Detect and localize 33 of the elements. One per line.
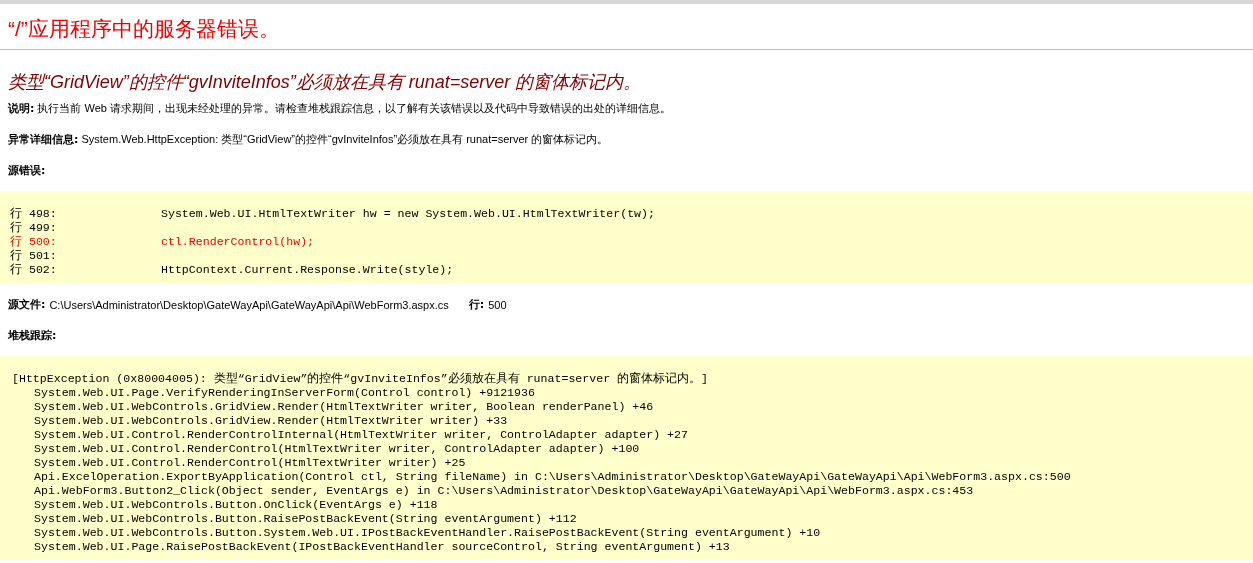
stack-frame: System.Web.UI.Page.RaisePostBackEvent(IPostBackEventHandler sourceControl, String eventArgument) +13 xyxy=(34,540,730,553)
stack-frame: Api.WebForm3.Button2_Click(Object sender, EventArgs e) in C:\Users\Administrator\Desktop\GateWayApi\GateWayApi\Api\WebForm3.aspx.cs:453 xyxy=(34,484,974,497)
page-title: “/”应用程序中的服务器错误。 xyxy=(7,16,281,42)
stack-trace-label: 堆栈跟踪: xyxy=(8,329,57,342)
stack-frame: System.Web.UI.WebControls.Button.RaisePostBackEvent(String eventArgument) +112 xyxy=(34,512,577,525)
code-line: System.Web.UI.HtmlTextWriter hw = new System.Web.UI.HtmlTextWriter(tw); xyxy=(161,207,655,221)
line-number: 行 498: xyxy=(10,207,58,221)
line-number: 行 502: xyxy=(10,263,58,277)
stack-frame: System.Web.UI.WebControls.GridView.Render(HtmlTextWriter writer, Boolean renderPanel) +46 xyxy=(34,400,654,413)
stack-frame: Api.ExcelOperation.ExportByApplication(Control ctl, String fileName) in C:\Users\Administrator\Desktop\GateWayApi\GateWayApi\Api\WebForm3.aspx.cs:500 xyxy=(34,470,1071,483)
line-number: 行 500: xyxy=(10,235,58,249)
stack-frame: System.Web.UI.Page.VerifyRenderingInServerForm(Control control) +9121936 xyxy=(34,386,535,399)
code-line: ctl.RenderControl(hw); xyxy=(161,235,315,249)
stack-frame: System.Web.UI.Control.RenderControlInternal(HtmlTextWriter writer, ControlAdapter adapter) +27 xyxy=(34,428,688,441)
stack-frame: System.Web.UI.Control.RenderControl(HtmlTextWriter writer, ControlAdapter adapter) +100 xyxy=(34,442,640,455)
source-file-path: C:\Users\Administrator\Desktop\GateWayApi\GateWayApi\Api\WebForm3.aspx.cs xyxy=(49,298,449,313)
exception-header: [HttpException (0x80004005): 类型“GridView”的控件“gvInviteInfos”必须放在具有 runat=server 的窗体标记内。] xyxy=(12,372,709,385)
line-label: 行: xyxy=(468,297,485,313)
description-label: 说明: xyxy=(8,102,35,115)
source-file-label: 源文件: xyxy=(8,297,46,313)
exception-details-label: 异常详细信息: xyxy=(8,133,79,146)
exception-details-text: System.Web.HttpException: 类型“GridView”的控件“gvInviteInfos”必须放在具有 runat=server 的窗体标记内。 xyxy=(81,133,609,145)
stack-frame: System.Web.UI.WebControls.GridView.Render(HtmlTextWriter writer) +33 xyxy=(34,414,508,427)
code-line: HttpContext.Current.Response.Write(style); xyxy=(161,263,454,277)
error-message: 类型“GridView”的控件“gvInviteInfos”必须放在具有 runat=server 的窗体标记内。 xyxy=(7,71,643,94)
line-number: 行 501: xyxy=(10,249,58,263)
stack-frame: System.Web.UI.WebControls.Button.OnClick(EventArgs e) +118 xyxy=(34,498,438,511)
line-number: 行 499: xyxy=(10,221,58,235)
source-error-label: 源错误: xyxy=(8,164,46,177)
stack-frame: System.Web.UI.Control.RenderControl(HtmlTextWriter writer) +25 xyxy=(34,456,466,469)
line-number-value: 500 xyxy=(488,298,507,313)
stack-frame: System.Web.UI.WebControls.Button.System.Web.UI.IPostBackEventHandler.RaisePostBackEvent(String eventArgument) +10 xyxy=(34,526,821,539)
description-text: 执行当前 Web 请求期间，出现未经处理的异常。请检查堆栈跟踪信息，以了解有关该错误以及代码中导致错误的出处的详细信息。 xyxy=(37,102,671,114)
